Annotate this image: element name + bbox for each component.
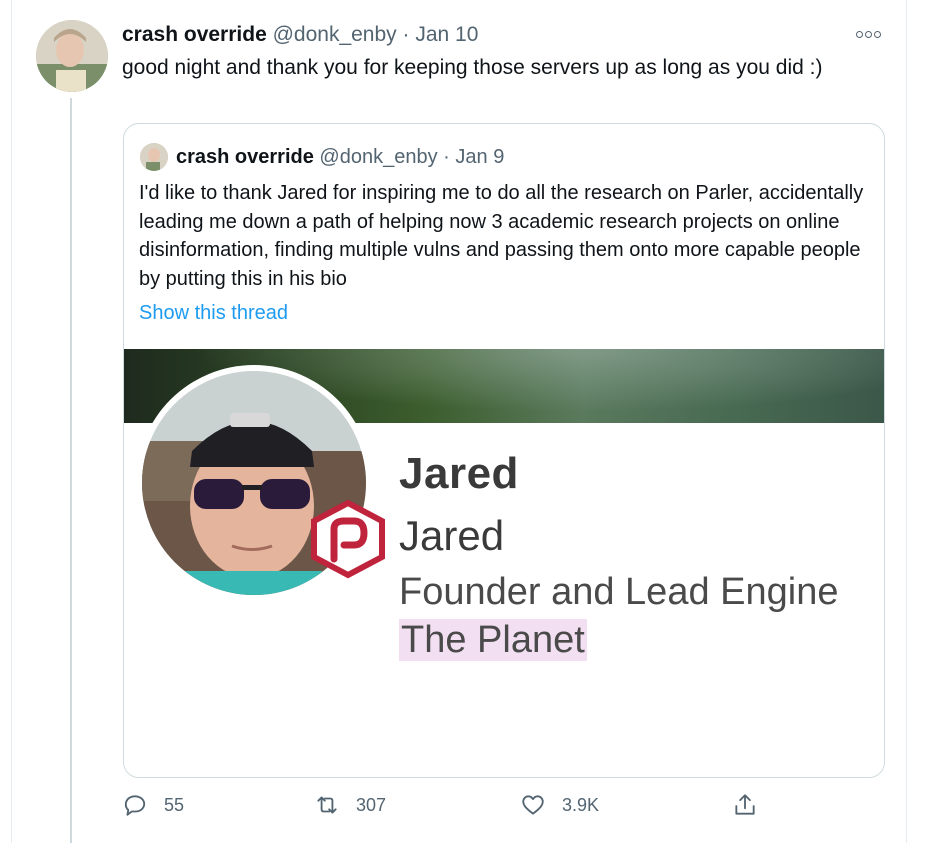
reply-icon — [124, 795, 146, 816]
tweet-text: good night and thank you for keeping tho… — [122, 56, 823, 79]
profile-bio: Founder and Lead Engine — [399, 571, 839, 613]
profile-location: The Planet — [399, 619, 587, 661]
parler-logo-icon — [311, 499, 385, 579]
quoted-author-handle: @donk_enby — [319, 146, 438, 168]
retweet-button[interactable]: 307 — [314, 792, 386, 818]
action-bar: 55 307 3.9K — [122, 792, 902, 822]
show-thread-link[interactable]: Show this thread — [139, 300, 288, 326]
quoted-header: crash override @donk_enby · Jan 9 — [176, 144, 504, 170]
retweet-icon — [317, 796, 337, 814]
reply-count: 55 — [164, 794, 185, 815]
author-name[interactable]: crash override — [122, 23, 267, 46]
author-avatar[interactable] — [36, 20, 108, 92]
separator: · — [402, 23, 410, 46]
thread-line — [70, 98, 72, 843]
more-icon[interactable] — [856, 24, 886, 44]
profile-display-name: Jared — [399, 449, 519, 498]
profile-username: Jared — [399, 512, 505, 559]
quoted-text: I'd like to thank Jared for inspiring me… — [139, 182, 864, 290]
quoted-author-name: crash override — [176, 146, 314, 168]
tweet-header: crash override @donk_enby · Jan 10 — [122, 22, 478, 48]
like-count: 3.9K — [562, 794, 600, 815]
share-icon — [735, 794, 755, 815]
share-button[interactable] — [732, 792, 758, 818]
quoted-image[interactable]: Jared Jared Founder and Lead Engine The … — [124, 349, 884, 777]
quoted-tweet[interactable]: crash override @donk_enby · Jan 9 I'd li… — [123, 123, 885, 778]
retweet-count: 307 — [356, 794, 387, 815]
quoted-date: Jan 9 — [455, 146, 505, 168]
reply-button[interactable]: 55 — [122, 792, 184, 818]
quoted-author-avatar — [140, 143, 168, 171]
like-button[interactable]: 3.9K — [520, 792, 599, 818]
like-icon — [522, 795, 544, 815]
tweet-date[interactable]: Jan 10 — [415, 23, 478, 46]
author-handle[interactable]: @donk_enby — [273, 23, 397, 46]
quoted-separator: · — [443, 146, 450, 168]
